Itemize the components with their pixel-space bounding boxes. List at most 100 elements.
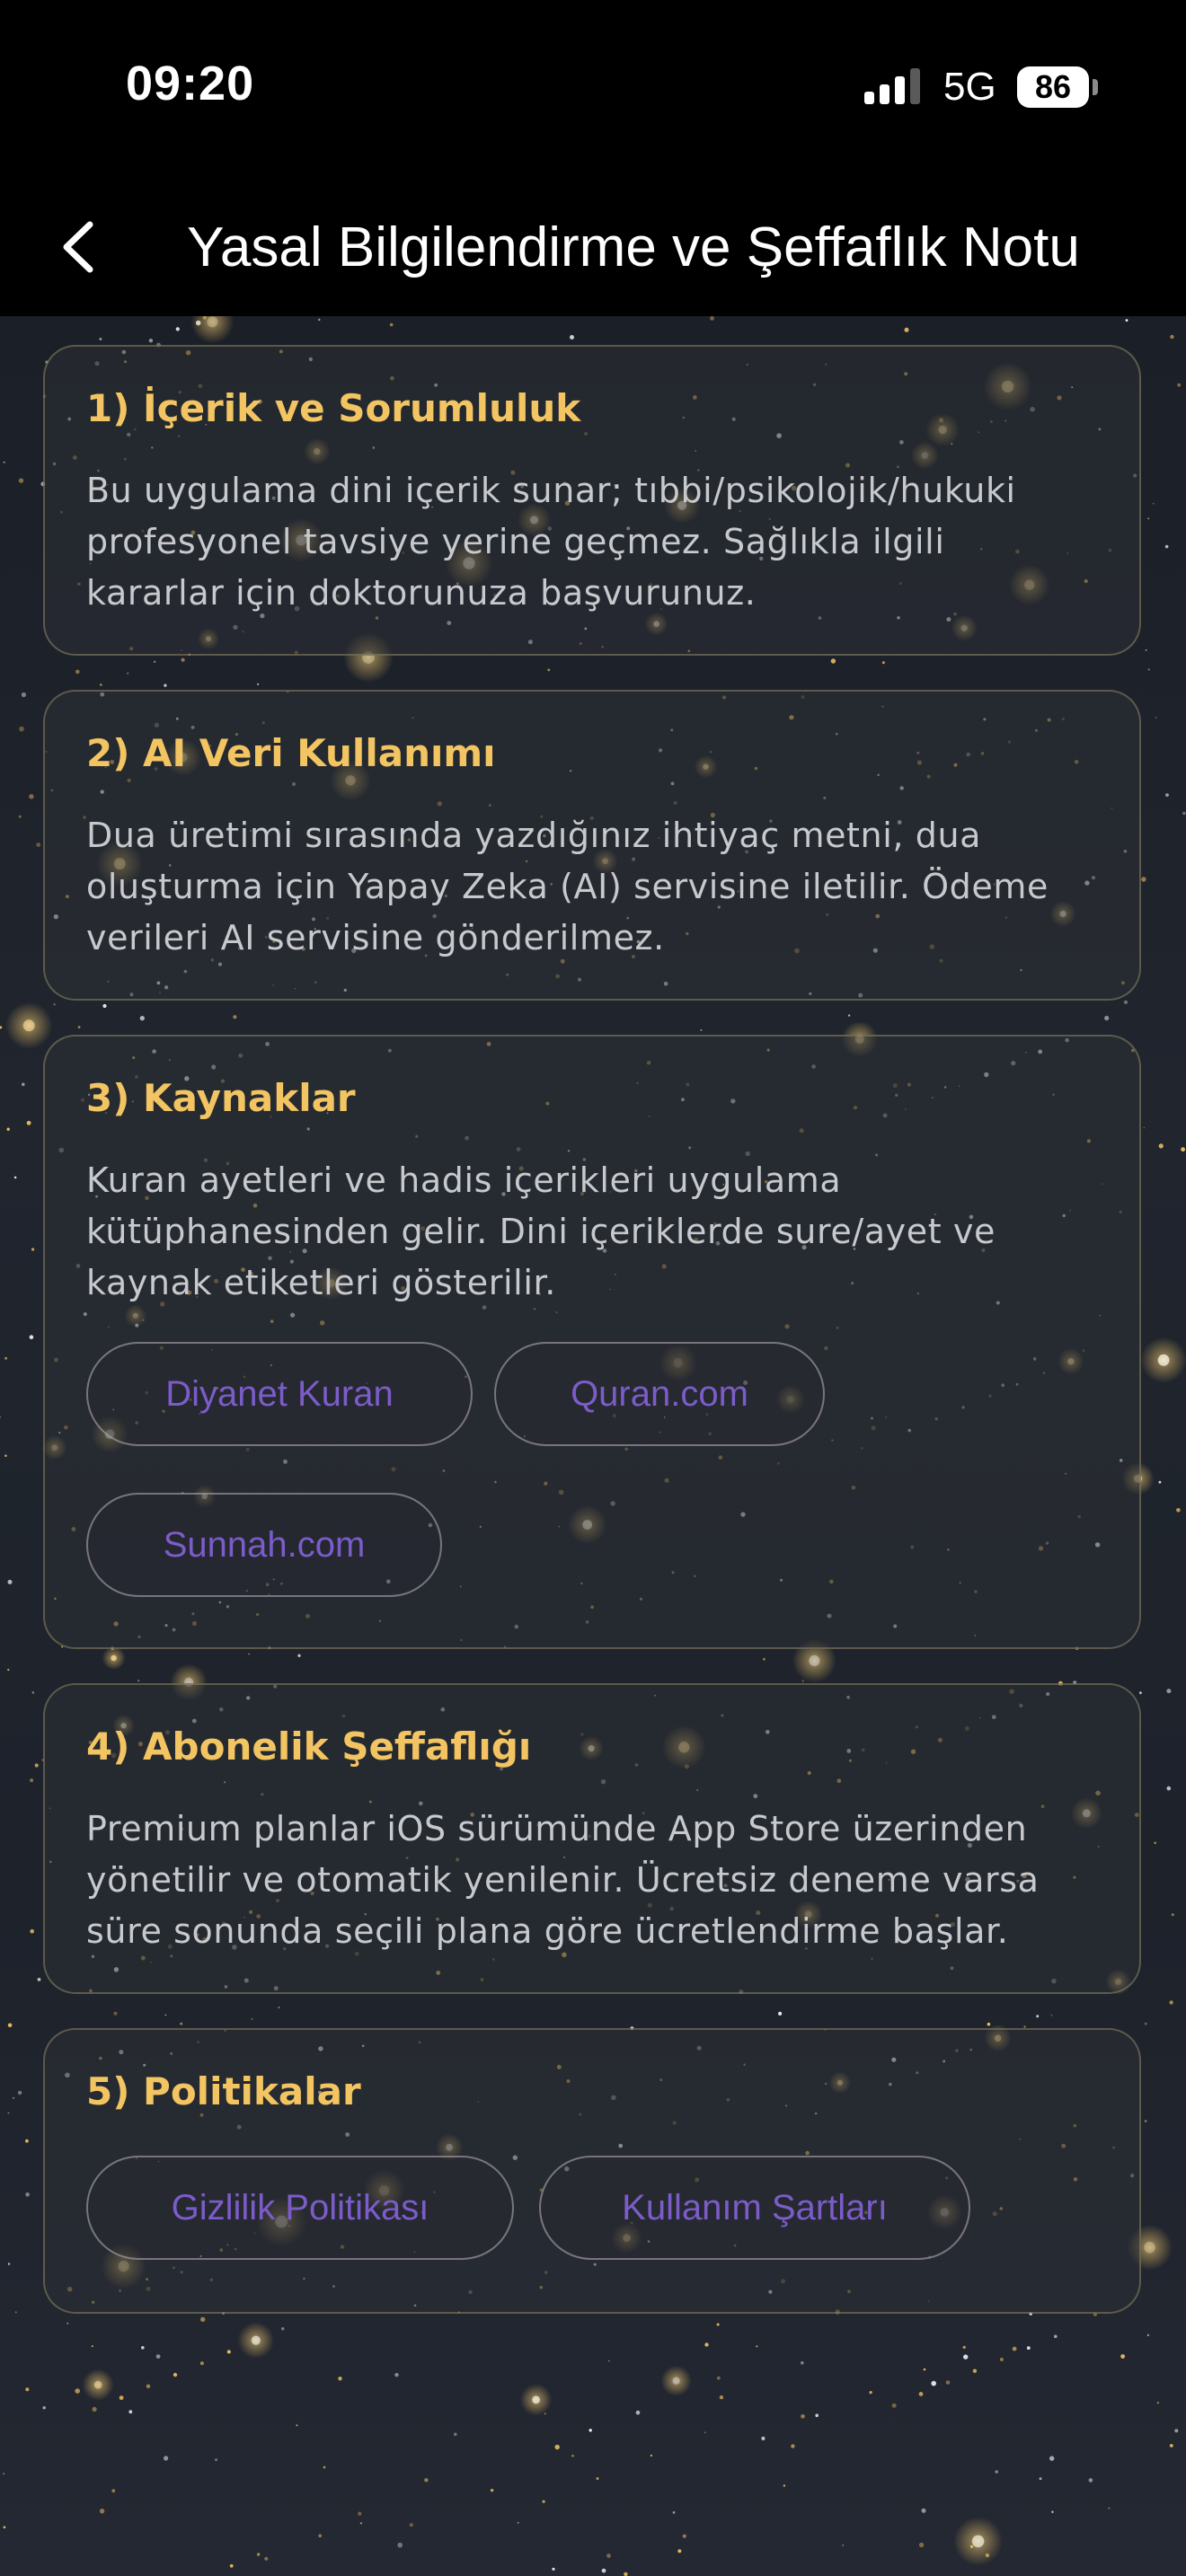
star (338, 2377, 342, 2381)
star (1141, 877, 1146, 882)
star (22, 1082, 25, 1087)
star (264, 2556, 269, 2561)
star (931, 2380, 936, 2386)
star (31, 1691, 35, 1694)
star (296, 2424, 298, 2427)
star (453, 2432, 457, 2437)
star (544, 2413, 546, 2415)
star (1036, 2015, 1040, 2018)
section-title: 4) Abonelik Şeffaflığı (86, 1725, 532, 1769)
section-body: Dua üretimi sırasında yazdığınız ihtiyaç… (86, 810, 1111, 964)
star (606, 2554, 611, 2558)
link-quran-com[interactable]: Quran.com (494, 1342, 825, 1446)
star (762, 1657, 766, 1661)
star (650, 2454, 653, 2457)
star (1174, 2429, 1179, 2433)
star (547, 668, 551, 672)
star (424, 2478, 429, 2483)
star (26, 1120, 31, 1125)
back-button[interactable] (45, 207, 126, 287)
section-title: 3) Kaynaklar (86, 1076, 356, 1120)
star (987, 2022, 991, 2026)
star-glow (953, 2517, 1003, 2566)
star (100, 684, 102, 686)
star (148, 339, 154, 343)
section-policies: 5) Politikalar Gizlilik Politikası Kulla… (43, 2028, 1141, 2314)
star (13, 1176, 17, 1179)
section-line: kararlar için doktorunuza başvurunuz. (86, 573, 757, 613)
star (1147, 517, 1149, 520)
star (111, 2489, 116, 2493)
star (1125, 319, 1128, 322)
star (37, 1978, 41, 1981)
star (0, 1026, 3, 1029)
star (19, 726, 24, 732)
star (102, 1003, 107, 1009)
star (830, 658, 836, 664)
star (842, 2544, 844, 2546)
star (1177, 383, 1182, 387)
star (0, 1416, 1, 1418)
star-glow (5, 1001, 53, 1049)
star (963, 2354, 969, 2360)
star (164, 2456, 169, 2461)
star (1054, 2334, 1058, 2339)
star (1166, 1786, 1172, 1791)
link-sunnah-com[interactable]: Sunnah.com (86, 1493, 442, 1597)
star (127, 672, 129, 675)
star (847, 1014, 851, 1017)
star (4, 1454, 7, 1457)
star (34, 1763, 39, 1768)
star (1164, 544, 1169, 549)
star (677, 2549, 682, 2554)
star (181, 657, 185, 662)
star-glow (82, 2369, 114, 2401)
star (278, 2007, 280, 2008)
section-sources: 3) Kaynaklar Kuran ayetleri ve hadis içe… (43, 1035, 1141, 1649)
star (596, 2477, 599, 2480)
star (985, 2553, 990, 2558)
star (13, 2096, 14, 2099)
star (146, 2384, 151, 2389)
battery-tip (1093, 79, 1098, 95)
star (921, 2508, 926, 2513)
star (1156, 2402, 1159, 2404)
star (7, 2263, 11, 2265)
star (589, 2429, 592, 2432)
star (29, 1335, 34, 1339)
star (155, 2354, 161, 2360)
star (25, 2192, 30, 2197)
link-terms-of-use[interactable]: Kullanım Şartları (539, 2156, 970, 2260)
star (3, 2526, 6, 2528)
link-privacy-policy[interactable]: Gizlilik Politikası (86, 2156, 514, 2260)
star (128, 2410, 133, 2414)
star (1182, 811, 1186, 816)
star (358, 2511, 362, 2516)
star (904, 327, 909, 332)
star (25, 2139, 29, 2143)
section-line: verileri AI servisine gönderilmez. (86, 918, 665, 957)
section-line: Premium planlar iOS sürümünde App Store … (86, 1809, 1028, 1848)
star (1152, 502, 1155, 505)
star (1158, 1480, 1162, 1484)
star (1108, 2507, 1111, 2510)
star (801, 1680, 804, 1682)
star (7, 2112, 10, 2114)
star (21, 692, 26, 698)
star (716, 2376, 721, 2380)
star (704, 2431, 706, 2434)
star (1026, 2346, 1031, 2351)
star (923, 2368, 926, 2371)
star (119, 2395, 124, 2401)
star (791, 2444, 795, 2448)
section-line: süre sonunda seçili plana göre ücretlend… (86, 1911, 1009, 1951)
star (99, 338, 102, 340)
star (1012, 2346, 1017, 2351)
star (1158, 1143, 1164, 1149)
star (1165, 793, 1169, 797)
star (180, 2022, 183, 2025)
section-line: Bu uygulama dini içerik sunar; tıbbi/psi… (86, 471, 1016, 510)
star-glow (520, 2384, 553, 2416)
section-title: 1) İçerik ve Sorumluluk (86, 386, 581, 430)
link-diyanet-kuran[interactable]: Diyanet Kuran (86, 1342, 473, 1446)
